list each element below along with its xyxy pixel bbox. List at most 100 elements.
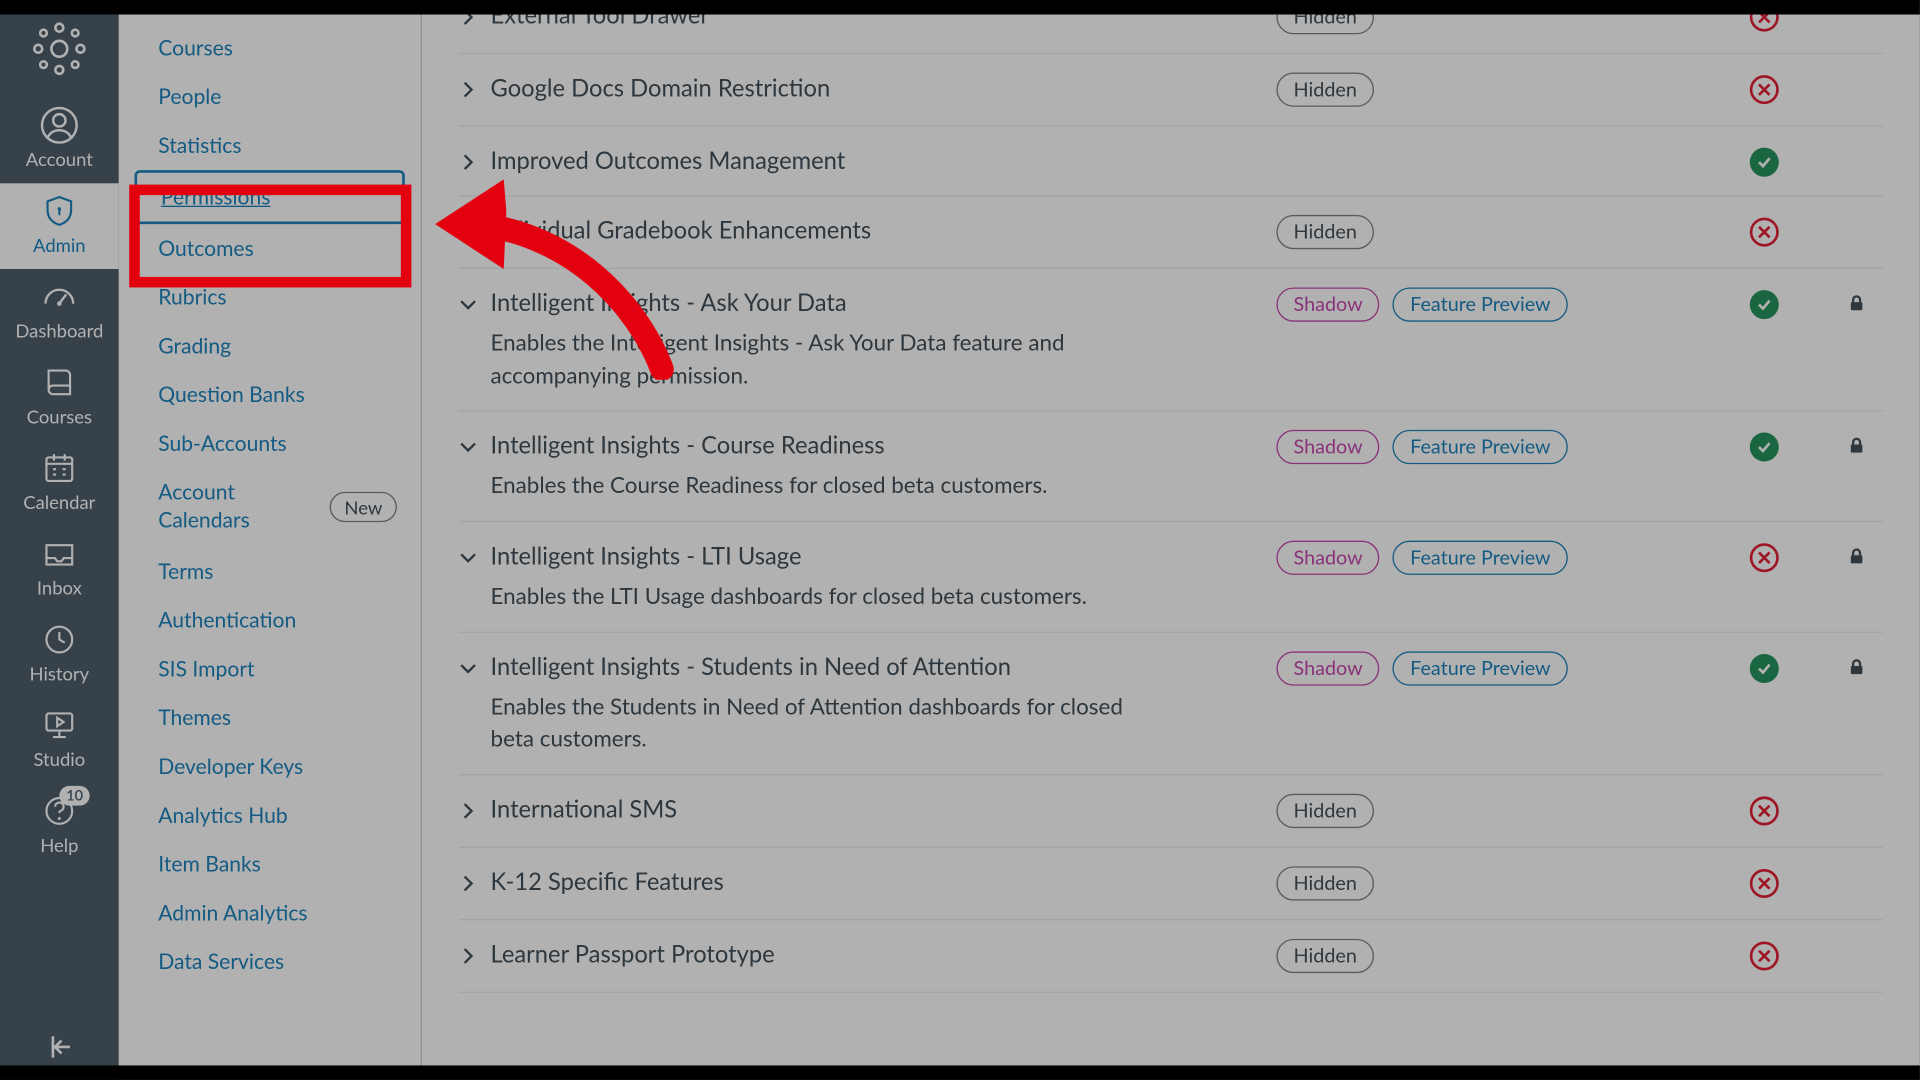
nav-dashboard[interactable]: Dashboard bbox=[0, 269, 119, 355]
nav-history[interactable]: History bbox=[0, 612, 119, 698]
feature-description: Enables the LTI Usage dashboards for clo… bbox=[491, 580, 1150, 612]
nav-calendar-label: Calendar bbox=[23, 491, 95, 513]
feature-row: Intelligent Insights - Course Readiness … bbox=[459, 412, 1883, 522]
feature-row: Learner Passport Prototype Hidden bbox=[459, 920, 1883, 993]
state-toggle-off[interactable] bbox=[1750, 941, 1779, 970]
subnav-people[interactable]: People bbox=[119, 73, 421, 122]
feature-title: Learner Passport Prototype bbox=[491, 939, 775, 968]
feature-description: Enables the Students in Need of Attentio… bbox=[491, 690, 1150, 755]
tag-feature-preview: Feature Preview bbox=[1393, 287, 1568, 321]
canvas-logo-icon[interactable] bbox=[29, 18, 90, 79]
subnav-authentication[interactable]: Authentication bbox=[119, 595, 421, 644]
help-badge: 10 bbox=[60, 786, 90, 806]
chevron-right-icon[interactable] bbox=[459, 79, 477, 104]
gauge-icon bbox=[40, 277, 80, 317]
subnav-question-banks[interactable]: Question Banks bbox=[119, 371, 421, 420]
subnav-sis-import[interactable]: SIS Import bbox=[119, 644, 421, 693]
tag-hidden: Hidden bbox=[1276, 866, 1374, 900]
nav-account[interactable]: Account bbox=[0, 98, 119, 184]
lock-icon bbox=[1847, 546, 1865, 571]
lock-icon bbox=[1847, 436, 1865, 461]
subnav-rubrics[interactable]: Rubrics bbox=[119, 273, 421, 322]
tag-hidden: Hidden bbox=[1276, 939, 1374, 973]
feature-title: Google Docs Domain Restriction bbox=[491, 73, 831, 102]
tag-shadow: Shadow bbox=[1276, 430, 1379, 464]
nav-dashboard-label: Dashboard bbox=[15, 319, 103, 341]
chevron-right-icon[interactable] bbox=[459, 800, 477, 825]
tag-shadow: Shadow bbox=[1276, 651, 1379, 685]
subnav-courses[interactable]: Courses bbox=[119, 24, 421, 73]
feature-row: Intelligent Insights - LTI Usage Enables… bbox=[459, 522, 1883, 632]
chevron-right-icon[interactable] bbox=[459, 945, 477, 970]
state-toggle-off[interactable] bbox=[1750, 869, 1779, 898]
clock-icon bbox=[40, 620, 80, 660]
chevron-down-icon[interactable] bbox=[459, 437, 477, 462]
subnav-item-banks[interactable]: Item Banks bbox=[119, 839, 421, 888]
global-nav: Account Admin Dashboard Courses Calendar bbox=[0, 0, 119, 1080]
tag-hidden: Hidden bbox=[1276, 73, 1374, 107]
feature-description: Enables the Course Readiness for closed … bbox=[491, 470, 1150, 502]
chevron-down-icon[interactable] bbox=[459, 547, 477, 572]
subnav-themes[interactable]: Themes bbox=[119, 693, 421, 742]
nav-help[interactable]: 10 Help bbox=[0, 783, 119, 869]
nav-account-label: Account bbox=[26, 148, 93, 170]
subnav-sub-accounts[interactable]: Sub-Accounts bbox=[119, 419, 421, 468]
state-toggle-on[interactable] bbox=[1750, 433, 1779, 462]
subnav-statistics[interactable]: Statistics bbox=[119, 121, 421, 170]
annotation-arrow-icon bbox=[411, 142, 688, 379]
feature-title: Intelligent Insights - Course Readiness bbox=[491, 430, 885, 459]
nav-admin-label: Admin bbox=[33, 233, 86, 255]
feature-title: Intelligent Insights - LTI Usage bbox=[491, 541, 802, 570]
subnav-outcomes[interactable]: Outcomes bbox=[119, 224, 421, 273]
nav-courses-label: Courses bbox=[27, 405, 92, 427]
nav-help-label: Help bbox=[40, 833, 78, 855]
state-toggle-on[interactable] bbox=[1750, 148, 1779, 177]
nav-studio[interactable]: Studio bbox=[0, 698, 119, 784]
tag-shadow: Shadow bbox=[1276, 541, 1379, 575]
state-toggle-off[interactable] bbox=[1750, 75, 1779, 104]
tag-feature-preview: Feature Preview bbox=[1393, 541, 1568, 575]
calendar-icon bbox=[40, 448, 80, 488]
feature-title: Intelligent Insights - Students in Need … bbox=[491, 651, 1011, 680]
subnav-account-calendars[interactable]: Account Calendars bbox=[158, 468, 290, 547]
nav-courses[interactable]: Courses bbox=[0, 355, 119, 441]
nav-history-label: History bbox=[30, 662, 90, 684]
subnav-analytics-hub[interactable]: Analytics Hub bbox=[119, 791, 421, 840]
state-toggle-on[interactable] bbox=[1750, 290, 1779, 319]
subnav-admin-analytics[interactable]: Admin Analytics bbox=[119, 888, 421, 937]
feature-title: International SMS bbox=[491, 794, 678, 823]
subnav-terms[interactable]: Terms bbox=[119, 547, 421, 596]
state-toggle-off[interactable] bbox=[1750, 796, 1779, 825]
state-toggle-on[interactable] bbox=[1750, 653, 1779, 682]
user-circle-icon bbox=[40, 105, 80, 145]
inbox-icon bbox=[40, 534, 80, 574]
nav-admin[interactable]: Admin bbox=[0, 183, 119, 269]
subnav-permissions[interactable]: Permissions bbox=[134, 170, 404, 224]
feature-row: K-12 Specific Features Hidden bbox=[459, 848, 1883, 921]
lock-icon bbox=[1847, 656, 1865, 681]
chevron-right-icon[interactable] bbox=[459, 873, 477, 898]
nav-studio-label: Studio bbox=[33, 748, 85, 770]
nav-inbox[interactable]: Inbox bbox=[0, 526, 119, 612]
new-pill: New bbox=[330, 492, 397, 522]
feature-row: Intelligent Insights - Students in Need … bbox=[459, 632, 1883, 775]
tag-shadow: Shadow bbox=[1276, 287, 1379, 321]
feature-title: K-12 Specific Features bbox=[491, 866, 724, 895]
subnav-developer-keys[interactable]: Developer Keys bbox=[119, 742, 421, 791]
tag-feature-preview: Feature Preview bbox=[1393, 430, 1568, 464]
tag-hidden: Hidden bbox=[1276, 794, 1374, 828]
shield-icon bbox=[40, 191, 80, 231]
chevron-down-icon[interactable] bbox=[459, 657, 477, 682]
subnav-grading[interactable]: Grading bbox=[119, 322, 421, 371]
help-icon: 10 bbox=[40, 791, 80, 831]
book-icon bbox=[40, 363, 80, 403]
state-toggle-off[interactable] bbox=[1750, 543, 1779, 572]
state-toggle-off[interactable] bbox=[1750, 218, 1779, 247]
lock-icon bbox=[1847, 293, 1865, 318]
nav-calendar[interactable]: Calendar bbox=[0, 440, 119, 526]
feature-row: Google Docs Domain Restriction Hidden bbox=[459, 54, 1883, 127]
letterbox bbox=[0, 0, 1920, 15]
subnav-data-services[interactable]: Data Services bbox=[119, 937, 421, 986]
feature-row: International SMS Hidden bbox=[459, 775, 1883, 848]
account-subnav: Courses People Statistics Permissions Ou… bbox=[119, 0, 422, 1080]
